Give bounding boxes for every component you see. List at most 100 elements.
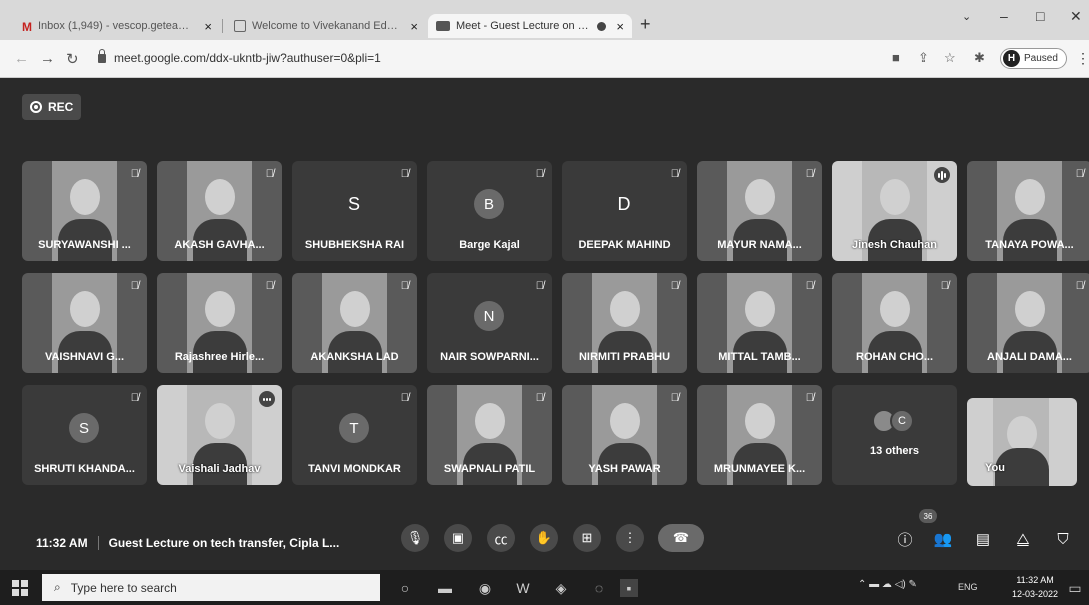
close-window-icon[interactable]: ✕ bbox=[1070, 8, 1082, 25]
end-call-icon: ☎ bbox=[672, 530, 690, 545]
muted-mic-icon: 🎙̸ bbox=[805, 168, 814, 180]
captions-button[interactable]: ㏄ bbox=[487, 524, 515, 552]
meeting-time: 11:32 AM bbox=[36, 536, 88, 550]
raise-hand-button[interactable]: ✋ bbox=[530, 524, 558, 552]
participant-name: Barge Kajal bbox=[459, 239, 520, 251]
meet-app-icon[interactable]: ▪ bbox=[620, 579, 638, 597]
language-indicator[interactable]: ENG bbox=[958, 582, 978, 592]
muted-mic-icon: 🎙̸ bbox=[265, 168, 274, 180]
participant-tile[interactable]: 🎙̸ VAISHNAVI G... bbox=[22, 273, 147, 373]
tab-gmail[interactable]: M Inbox (1,949) - vescop.geteaching × bbox=[14, 14, 220, 38]
recording-badge: REC bbox=[22, 94, 82, 120]
participant-name: YASH PAWAR bbox=[588, 463, 661, 475]
host-controls-button[interactable]: ⛉ bbox=[1050, 526, 1076, 552]
participant-tile[interactable]: 🎙̸ TANAYA POWA... bbox=[967, 161, 1089, 261]
participant-initial: S bbox=[347, 193, 360, 214]
leave-call-button[interactable]: ☎ bbox=[658, 524, 704, 552]
close-tab-icon[interactable]: × bbox=[410, 19, 418, 34]
clock-date: 12-03-2022 bbox=[1012, 589, 1059, 599]
tab-vivekanand[interactable]: Welcome to Vivekanand Educat × bbox=[226, 14, 426, 38]
bookmark-star-icon[interactable]: ☆ bbox=[944, 50, 956, 66]
camera-button[interactable]: ▣ bbox=[444, 524, 472, 552]
url-field[interactable]: meet.google.com/ddx-ukntb-jiw?authuser=0… bbox=[98, 48, 381, 65]
word-icon[interactable]: W bbox=[514, 579, 532, 597]
camera-permission-icon[interactable]: ■ bbox=[892, 50, 900, 65]
edge-icon[interactable]: ◌ bbox=[590, 579, 608, 597]
participant-tile[interactable]: 🎙̸ ANJALI DAMA... bbox=[967, 273, 1089, 373]
windows-start-icon[interactable] bbox=[12, 580, 28, 596]
participant-tile[interactable]: 🎙̸ AKANKSHA LAD bbox=[292, 273, 417, 373]
meet-icon bbox=[436, 21, 450, 31]
chat-button[interactable]: ▤ bbox=[970, 526, 996, 552]
participant-tile[interactable]: Vaishali Jadhav bbox=[157, 385, 282, 485]
tab-divider bbox=[222, 19, 223, 33]
participant-initial: B bbox=[474, 189, 504, 219]
share-icon[interactable]: ⇪ bbox=[918, 50, 929, 66]
participant-tile[interactable]: 🎙̸ Rajashree Hirle... bbox=[157, 273, 282, 373]
self-view-tile[interactable]: You bbox=[967, 398, 1077, 486]
notifications-icon[interactable]: ▭ bbox=[1066, 579, 1084, 597]
activities-button[interactable]: ⧋ bbox=[1010, 526, 1036, 552]
people-button[interactable]: 👥 bbox=[930, 526, 956, 552]
cortana-icon[interactable]: ○ bbox=[396, 579, 414, 597]
people-icon: 👥 bbox=[933, 531, 953, 548]
muted-mic-icon: 🎙̸ bbox=[670, 168, 679, 180]
participant-name: MITTAL TAMB... bbox=[718, 351, 801, 363]
forward-icon[interactable]: → bbox=[40, 50, 55, 67]
participant-name: TANVI MONDKAR bbox=[308, 463, 401, 475]
participant-tile[interactable]: S 🎙̸ SHUBHEKSHA RAI bbox=[292, 161, 417, 261]
meeting-details-button[interactable]: ⓘ bbox=[892, 526, 918, 552]
file-explorer-icon[interactable]: ▬ bbox=[436, 579, 454, 597]
tab-search-chevron-icon[interactable]: ⌄ bbox=[962, 10, 971, 23]
participant-tile[interactable]: 🎙̸ SURYAWANSHI ... bbox=[22, 161, 147, 261]
muted-mic-icon: 🎙̸ bbox=[1075, 280, 1084, 292]
participant-name: NIRMITI PRABHU bbox=[578, 351, 671, 363]
participant-tile[interactable]: 🎙̸ NIRMITI PRABHU bbox=[562, 273, 687, 373]
participant-tile[interactable]: 🎙̸ MRUNMAYEE K... bbox=[697, 385, 822, 485]
minimize-icon[interactable]: – bbox=[1000, 8, 1008, 24]
divider bbox=[97, 536, 99, 550]
participant-tile[interactable]: 🎙̸ YASH PAWAR bbox=[562, 385, 687, 485]
close-tab-icon[interactable]: × bbox=[204, 19, 212, 34]
tab-meet[interactable]: Meet - Guest Lecture on tec × bbox=[428, 14, 632, 38]
app-icon[interactable]: ◈ bbox=[552, 579, 570, 597]
extensions-icon[interactable]: ✱ bbox=[974, 50, 985, 66]
participant-tile[interactable]: D 🎙̸ DEEPAK MAHIND bbox=[562, 161, 687, 261]
chrome-icon[interactable]: ◉ bbox=[476, 579, 494, 597]
muted-mic-icon: 🎙̸ bbox=[130, 280, 139, 292]
self-label: You bbox=[985, 462, 1005, 474]
participant-tile[interactable]: T 🎙̸ TANVI MONDKAR bbox=[292, 385, 417, 485]
tray-icons[interactable]: ⌃ ▬ ☁ ◁) ✎ bbox=[858, 579, 917, 590]
chat-icon: ▤ bbox=[975, 531, 991, 548]
participant-tile[interactable]: S 🎙̸ SHRUTI KHANDA... bbox=[22, 385, 147, 485]
profile-button[interactable]: H Paused bbox=[1000, 48, 1067, 69]
participant-tile[interactable]: 🎙̸ SWAPNALI PATIL bbox=[427, 385, 552, 485]
others-tile[interactable]: C 13 others bbox=[832, 385, 957, 485]
microphone-button[interactable]: 🎙 bbox=[401, 524, 429, 552]
participant-name: ROHAN CHO... bbox=[856, 351, 933, 363]
muted-mic-icon: 🎙̸ bbox=[535, 280, 544, 292]
reload-icon[interactable]: ↻ bbox=[66, 50, 79, 68]
participant-name: SURYAWANSHI ... bbox=[38, 239, 131, 251]
participant-name: AKASH GAVHA... bbox=[174, 239, 265, 251]
present-button[interactable]: ⊞ bbox=[573, 524, 601, 552]
participant-tile[interactable]: 🎙̸ MITTAL TAMB... bbox=[697, 273, 822, 373]
new-tab-button[interactable]: + bbox=[640, 14, 651, 35]
close-tab-icon[interactable]: × bbox=[616, 19, 624, 34]
muted-mic-icon: 🎙̸ bbox=[400, 168, 409, 180]
participant-tile[interactable]: N 🎙̸ NAIR SOWPARNI... bbox=[427, 273, 552, 373]
participant-tile[interactable]: B 🎙̸ Barge Kajal bbox=[427, 161, 552, 261]
more-options-button[interactable]: ⋮ bbox=[616, 524, 644, 552]
participant-tile[interactable]: 🎙̸ AKASH GAVHA... bbox=[157, 161, 282, 261]
participant-name: DEEPAK MAHIND bbox=[578, 239, 671, 251]
gmail-icon: M bbox=[22, 20, 32, 34]
browser-menu-icon[interactable]: ⋮ bbox=[1076, 50, 1089, 67]
participant-tile[interactable]: 🎙̸ MAYUR NAMA... bbox=[697, 161, 822, 261]
participant-tile[interactable]: 🎙̸ ROHAN CHO... bbox=[832, 273, 957, 373]
url-text: meet.google.com/ddx-ukntb-jiw?authuser=0… bbox=[114, 51, 381, 65]
taskbar-search-input[interactable]: ⌕ Type here to search bbox=[42, 574, 380, 601]
participant-tile-speaking[interactable]: Jinesh Chauhan bbox=[832, 161, 957, 261]
maximize-icon[interactable]: □ bbox=[1036, 8, 1044, 24]
taskbar-clock[interactable]: 11:32 AM 12-03-2022 bbox=[1012, 573, 1058, 601]
back-icon[interactable]: ← bbox=[14, 50, 29, 67]
